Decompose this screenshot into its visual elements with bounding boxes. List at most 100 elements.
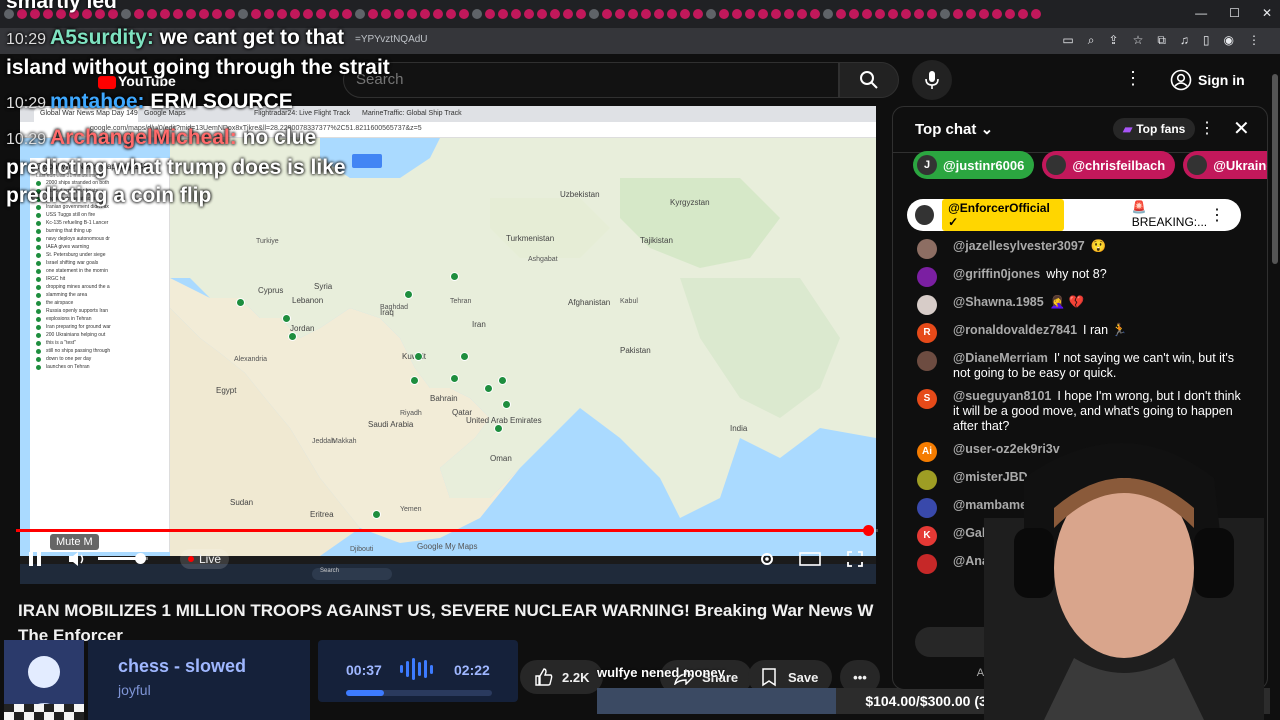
map-layer-item[interactable]: Israel shifting war goals [30, 259, 169, 267]
maximize-button[interactable]: ☐ [1229, 6, 1240, 20]
browser-tab[interactable] [706, 9, 716, 19]
minimize-button[interactable]: — [1195, 6, 1207, 20]
chat-message[interactable]: R @ronaldovaldez7841 I ran 🏃 [893, 319, 1267, 347]
browser-tab[interactable] [147, 9, 157, 19]
browser-tab[interactable] [121, 9, 131, 19]
browser-tab[interactable] [394, 9, 404, 19]
map-layer-item[interactable]: still no ships passing through [30, 347, 169, 355]
profile-icon[interactable]: ◉ [1224, 33, 1234, 48]
browser-tab[interactable] [589, 9, 599, 19]
browser-tab[interactable] [290, 9, 300, 19]
browser-tab[interactable] [342, 9, 352, 19]
bookmark-icon[interactable]: ☆ [1133, 33, 1144, 48]
browser-tab[interactable] [550, 9, 560, 19]
browser-tab[interactable] [381, 9, 391, 19]
like-button[interactable]: 2.2K [520, 660, 604, 694]
map-marker-icon[interactable] [494, 424, 503, 433]
browser-tab[interactable] [667, 9, 677, 19]
browser-tab[interactable] [641, 9, 651, 19]
browser-tab[interactable] [225, 9, 235, 19]
avatar[interactable] [917, 239, 937, 259]
map-marker-icon[interactable] [288, 332, 297, 341]
map-layer-item[interactable]: explosions in Tehran [30, 315, 169, 323]
avatar[interactable]: R [917, 323, 937, 343]
live-indicator[interactable]: Live [180, 549, 230, 569]
map-marker-icon[interactable] [414, 352, 423, 361]
chat-message-author[interactable]: @sueguyan8101 [953, 389, 1051, 403]
browser-tabs[interactable] [4, 9, 1041, 19]
browser-tab[interactable] [485, 9, 495, 19]
chat-message-author[interactable]: @griffin0jones [953, 267, 1040, 281]
share-icon[interactable]: ⇪ [1109, 33, 1119, 48]
scrollbar-thumb[interactable] [1272, 74, 1278, 264]
browser-tab[interactable] [680, 9, 690, 19]
map-marker-icon[interactable] [404, 290, 413, 299]
browser-tab[interactable] [1018, 9, 1028, 19]
map-marker-icon[interactable] [282, 314, 291, 323]
map-marker-icon[interactable] [460, 352, 469, 361]
browser-tab[interactable] [524, 9, 534, 19]
map-layer-item[interactable]: burning that thing up [30, 227, 169, 235]
browser-tab[interactable] [316, 9, 326, 19]
close-chat-icon[interactable]: ✕ [1233, 116, 1250, 141]
browser-tab[interactable] [901, 9, 911, 19]
more-options-icon[interactable]: ⋮ [1124, 68, 1142, 89]
volume-button[interactable] [66, 548, 88, 570]
video-progress-bar[interactable] [16, 525, 878, 536]
chat-message-author[interactable]: @ronaldovaldez7841 [953, 323, 1077, 337]
browser-tab[interactable] [303, 9, 313, 19]
browser-tab[interactable] [433, 9, 443, 19]
browser-tab[interactable] [784, 9, 794, 19]
browser-tab[interactable] [134, 9, 144, 19]
browser-tab[interactable] [758, 9, 768, 19]
browser-tab[interactable] [849, 9, 859, 19]
chat-message-author[interactable]: @Shawna.1985 [953, 295, 1044, 309]
browser-tab[interactable] [628, 9, 638, 19]
avatar[interactable] [917, 351, 937, 371]
browser-tab[interactable] [264, 9, 274, 19]
browser-tab[interactable] [615, 9, 625, 19]
map-marker-icon[interactable] [236, 298, 245, 307]
browser-tab[interactable] [186, 9, 196, 19]
map-marker-icon[interactable] [450, 272, 459, 281]
map-marker-icon[interactable] [410, 376, 419, 385]
map-layer-item[interactable]: Russia openly supports Iran [30, 307, 169, 315]
browser-tab[interactable] [914, 9, 924, 19]
pinned-options-icon[interactable]: ⋮ [1209, 205, 1225, 225]
map-layer-item[interactable]: 200 Ukrainians helping out [30, 331, 169, 339]
chat-message[interactable]: @Shawna.1985 🤦‍♀️ 💔 [893, 291, 1267, 319]
browser-tab[interactable] [693, 9, 703, 19]
top-fans-button[interactable]: ▰ Top fans [1113, 118, 1196, 140]
browser-tab[interactable] [420, 9, 430, 19]
supporter-pill[interactable]: @Ukraine [1183, 151, 1267, 179]
browser-tab[interactable] [888, 9, 898, 19]
browser-tab[interactable] [797, 9, 807, 19]
chat-options-icon[interactable]: ⋮ [1199, 118, 1215, 138]
chat-message[interactable]: @jazellesylvester3097 😲 [893, 235, 1267, 263]
voice-search-button[interactable] [912, 60, 952, 100]
browser-tab[interactable] [459, 9, 469, 19]
map-layer-item[interactable]: St. Petersburg under siege [30, 251, 169, 259]
browser-tab[interactable] [1031, 9, 1041, 19]
browser-tab[interactable] [511, 9, 521, 19]
supporter-pill[interactable]: @chrisfeilbach [1042, 151, 1176, 179]
avatar[interactable] [917, 554, 937, 574]
fullscreen-button[interactable] [844, 548, 866, 570]
browser-tab[interactable] [277, 9, 287, 19]
map-marker-icon[interactable] [484, 384, 493, 393]
map-layer-item[interactable]: down to one per day [30, 355, 169, 363]
pinned-message[interactable]: @EnforcerOfficial ✓ 🚨 BREAKING:... ⋮ [907, 199, 1241, 231]
chat-message[interactable]: @griffin0jones why not 8? [893, 263, 1267, 291]
avatar[interactable]: K [917, 526, 937, 546]
cast-icon[interactable]: ▭ [1062, 33, 1073, 48]
browser-tab[interactable] [199, 9, 209, 19]
map-layer-item[interactable]: this is a "test" [30, 339, 169, 347]
pause-button[interactable] [24, 548, 46, 570]
map-layer-item[interactable]: Kc-135 refueling B-1 Lancer [30, 219, 169, 227]
map-layer-item[interactable]: slamming the area [30, 291, 169, 299]
browser-tab[interactable] [719, 9, 729, 19]
browser-tab[interactable] [251, 9, 261, 19]
browser-tab[interactable] [563, 9, 573, 19]
browser-tab[interactable] [238, 9, 248, 19]
browser-tab[interactable] [576, 9, 586, 19]
